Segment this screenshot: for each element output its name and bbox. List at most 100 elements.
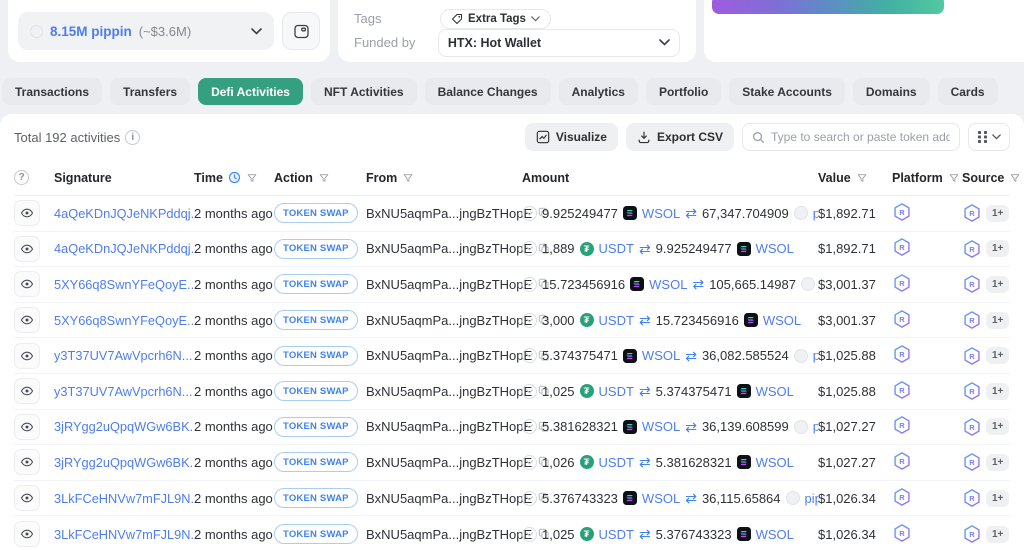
more-sources-badge[interactable]: 1+ bbox=[986, 526, 1009, 543]
filter-icon[interactable] bbox=[318, 172, 330, 184]
platform-icon-raydium[interactable]: R bbox=[892, 237, 912, 257]
token-link-wsol[interactable]: WSOL bbox=[756, 527, 794, 542]
filter-icon[interactable] bbox=[402, 172, 414, 184]
more-sources-badge[interactable]: 1+ bbox=[986, 418, 1009, 435]
token-link-wsol[interactable]: WSOL bbox=[642, 491, 680, 506]
token-link-wsol[interactable]: WSOL bbox=[756, 384, 794, 399]
expand-row-button[interactable] bbox=[522, 455, 537, 470]
platform-icon-raydium[interactable]: R bbox=[892, 273, 912, 293]
signature-link[interactable]: 5XY66q8SwnYFeQoyE... bbox=[54, 313, 194, 328]
tab-balance-changes[interactable]: Balance Changes bbox=[425, 78, 551, 105]
token-link-usdt[interactable]: USDT bbox=[599, 527, 634, 542]
extra-tags-button[interactable]: Extra Tags bbox=[440, 9, 551, 29]
clock-icon[interactable] bbox=[228, 171, 241, 184]
token-link-usdt[interactable]: USDT bbox=[599, 455, 634, 470]
help-icon[interactable]: ? bbox=[14, 170, 29, 185]
expand-row-button[interactable] bbox=[522, 277, 537, 292]
visualize-button[interactable]: Visualize bbox=[525, 123, 618, 151]
expand-row-button[interactable] bbox=[522, 348, 537, 363]
source-icon-raydium[interactable]: R bbox=[962, 524, 982, 544]
platform-icon-raydium[interactable]: R bbox=[892, 451, 912, 471]
signature-link[interactable]: 3LkFCeHNVw7mFJL9N... bbox=[54, 491, 194, 506]
tab-cards[interactable]: Cards bbox=[938, 78, 998, 105]
signature-link[interactable]: 4aQeKDnJQJeNKPddqj... bbox=[54, 241, 194, 256]
holder-dropdown[interactable]: 8.15M pippin (~$3.6M) bbox=[18, 12, 274, 50]
token-link-wsol[interactable]: WSOL bbox=[649, 277, 687, 292]
more-sources-badge[interactable]: 1+ bbox=[986, 205, 1009, 222]
tab-analytics[interactable]: Analytics bbox=[559, 78, 638, 105]
preview-button[interactable] bbox=[14, 485, 40, 511]
source-icon-raydium[interactable]: R bbox=[962, 452, 982, 472]
more-sources-badge[interactable]: 1+ bbox=[986, 276, 1009, 293]
preview-button[interactable] bbox=[14, 521, 40, 547]
platform-icon-raydium[interactable]: R bbox=[892, 309, 912, 329]
preview-button[interactable] bbox=[14, 307, 40, 333]
source-icon-raydium[interactable]: R bbox=[962, 346, 982, 366]
funded-by-select[interactable]: HTX: Hot Wallet bbox=[438, 29, 680, 57]
wallet-button[interactable] bbox=[282, 12, 320, 50]
signature-link[interactable]: y3T37UV7AwVpcrh6N... bbox=[54, 348, 192, 363]
more-sources-badge[interactable]: 1+ bbox=[986, 347, 1009, 364]
platform-icon-raydium[interactable]: R bbox=[892, 523, 912, 543]
source-icon-raydium[interactable]: R bbox=[962, 203, 982, 223]
source-icon-raydium[interactable]: R bbox=[962, 417, 982, 437]
export-csv-button[interactable]: Export CSV bbox=[626, 123, 734, 151]
filter-icon[interactable] bbox=[246, 172, 258, 184]
token-link-usdt[interactable]: USDT bbox=[599, 241, 634, 256]
expand-row-button[interactable] bbox=[522, 313, 537, 328]
preview-button[interactable] bbox=[14, 236, 40, 262]
source-icon-raydium[interactable]: R bbox=[962, 488, 982, 508]
platform-icon-raydium[interactable]: R bbox=[892, 487, 912, 507]
platform-icon-raydium[interactable]: R bbox=[892, 380, 912, 400]
more-sources-badge[interactable]: 1+ bbox=[986, 454, 1009, 471]
search-input[interactable] bbox=[771, 130, 950, 144]
signature-link[interactable]: 3LkFCeHNVw7mFJL9N... bbox=[54, 527, 194, 542]
token-link-wsol[interactable]: WSOL bbox=[756, 241, 794, 256]
preview-button[interactable] bbox=[14, 449, 40, 475]
signature-link[interactable]: 4aQeKDnJQJeNKPddqj... bbox=[54, 206, 194, 221]
source-icon-raydium[interactable]: R bbox=[962, 381, 982, 401]
preview-button[interactable] bbox=[14, 378, 40, 404]
token-link-wsol[interactable]: WSOL bbox=[756, 455, 794, 470]
expand-row-button[interactable] bbox=[522, 241, 537, 256]
tab-portfolio[interactable]: Portfolio bbox=[646, 78, 721, 105]
expand-row-button[interactable] bbox=[522, 419, 537, 434]
token-link-wsol[interactable]: WSOL bbox=[642, 206, 680, 221]
more-sources-badge[interactable]: 1+ bbox=[986, 240, 1009, 257]
filter-icon[interactable] bbox=[948, 172, 960, 184]
signature-link[interactable]: 5XY66q8SwnYFeQoyE... bbox=[54, 277, 194, 292]
tab-defi-activities[interactable]: Defi Activities bbox=[198, 78, 303, 105]
token-link-pippin[interactable]: pippin bbox=[805, 491, 818, 506]
source-icon-raydium[interactable]: R bbox=[962, 239, 982, 259]
preview-button[interactable] bbox=[14, 414, 40, 440]
preview-button[interactable] bbox=[14, 200, 40, 226]
tab-nft-activities[interactable]: NFT Activities bbox=[311, 78, 417, 105]
platform-icon-raydium[interactable]: R bbox=[892, 202, 912, 222]
tab-domains[interactable]: Domains bbox=[853, 78, 930, 105]
expand-row-button[interactable] bbox=[522, 206, 537, 221]
platform-icon-raydium[interactable]: R bbox=[892, 415, 912, 435]
info-icon[interactable]: i bbox=[125, 130, 140, 145]
token-link-usdt[interactable]: USDT bbox=[599, 313, 634, 328]
columns-button[interactable] bbox=[968, 123, 1010, 151]
filter-icon[interactable] bbox=[856, 172, 868, 184]
tab-stake-accounts[interactable]: Stake Accounts bbox=[729, 78, 845, 105]
more-sources-badge[interactable]: 1+ bbox=[986, 490, 1009, 507]
source-icon-raydium[interactable]: R bbox=[962, 310, 982, 330]
token-link-usdt[interactable]: USDT bbox=[599, 384, 634, 399]
signature-link[interactable]: 3jRYgg2uQpqWGw6BK... bbox=[54, 419, 194, 434]
signature-link[interactable]: 3jRYgg2uQpqWGw6BK... bbox=[54, 455, 194, 470]
more-sources-badge[interactable]: 1+ bbox=[986, 383, 1009, 400]
expand-row-button[interactable] bbox=[522, 491, 537, 506]
token-link-wsol[interactable]: WSOL bbox=[642, 419, 680, 434]
tab-transfers[interactable]: Transfers bbox=[110, 78, 190, 105]
expand-row-button[interactable] bbox=[522, 384, 537, 399]
expand-row-button[interactable] bbox=[522, 527, 537, 542]
signature-link[interactable]: y3T37UV7AwVpcrh6N... bbox=[54, 384, 192, 399]
token-link-wsol[interactable]: WSOL bbox=[763, 313, 801, 328]
preview-button[interactable] bbox=[14, 271, 40, 297]
tab-transactions[interactable]: Transactions bbox=[2, 78, 102, 105]
more-sources-badge[interactable]: 1+ bbox=[986, 312, 1009, 329]
preview-button[interactable] bbox=[14, 343, 40, 369]
platform-icon-raydium[interactable]: R bbox=[892, 344, 912, 364]
